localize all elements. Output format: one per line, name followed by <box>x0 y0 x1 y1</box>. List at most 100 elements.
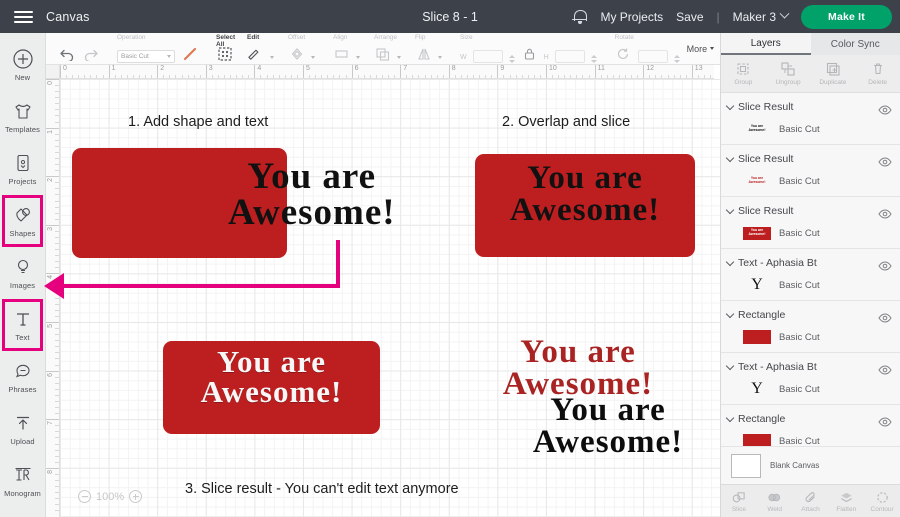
eye-icon[interactable] <box>878 362 892 372</box>
save-button[interactable]: Save <box>676 10 703 24</box>
blank-canvas-row[interactable]: Blank Canvas <box>721 446 900 484</box>
arrange-button[interactable] <box>374 46 391 63</box>
flip-button[interactable] <box>415 46 432 63</box>
tab-color-sync[interactable]: Color Sync <box>811 33 900 55</box>
layer-group[interactable]: RectangleBasic Cut <box>721 405 900 446</box>
layer-group[interactable]: Text - Aphasia BtYBasic Cut <box>721 249 900 301</box>
layer-header[interactable]: Rectangle <box>721 304 900 326</box>
contour-button[interactable]: Contour <box>864 485 900 517</box>
plus-circle-icon[interactable] <box>129 490 142 503</box>
layer-header[interactable]: Text - Aphasia Bt <box>721 252 900 274</box>
eye-icon[interactable] <box>878 310 892 320</box>
hamburger-menu-icon[interactable] <box>0 11 46 23</box>
make-it-button[interactable]: Make It <box>801 5 892 29</box>
layer-row[interactable]: Basic Cut <box>721 326 900 348</box>
chevron-expand-icon[interactable] <box>726 257 734 265</box>
tab-layers[interactable]: Layers <box>721 33 811 55</box>
more-button[interactable]: More <box>687 44 715 54</box>
chevron-expand-icon[interactable] <box>726 309 734 317</box>
eye-icon[interactable] <box>878 414 892 424</box>
rail-label: Projects <box>9 177 37 186</box>
chevron-expand-icon[interactable] <box>726 205 734 213</box>
offset-button[interactable] <box>288 46 305 63</box>
design-canvas[interactable]: 1. Add shape and text You are Awesome! 2… <box>60 79 720 517</box>
layer-row[interactable]: You are Awesome!Basic Cut <box>721 118 900 140</box>
edit-button[interactable] <box>247 46 264 63</box>
chevron-down-icon[interactable] <box>397 56 401 59</box>
layer-header[interactable]: Rectangle <box>721 408 900 430</box>
lock-icon[interactable] <box>521 46 538 63</box>
layer-header[interactable]: Text - Aphasia Bt <box>721 356 900 378</box>
layer-row[interactable]: YBasic Cut <box>721 378 900 400</box>
size-h-input[interactable] <box>555 50 585 63</box>
chevron-expand-icon[interactable] <box>726 361 734 369</box>
size-h-stepper[interactable] <box>591 55 597 63</box>
rotate-input[interactable] <box>638 50 668 63</box>
align-button[interactable] <box>333 46 350 63</box>
minus-circle-icon[interactable] <box>78 490 91 503</box>
layer-row[interactable]: You are Awesome!Basic Cut <box>721 170 900 192</box>
rail-item-text[interactable]: Text <box>2 299 43 351</box>
blank-canvas-swatch[interactable] <box>731 454 761 478</box>
chevron-expand-icon[interactable] <box>726 101 734 109</box>
chevron-down-icon[interactable] <box>311 56 315 59</box>
eye-icon[interactable] <box>878 258 892 268</box>
chevron-expand-icon[interactable] <box>726 413 734 421</box>
chevron-down-icon[interactable] <box>270 56 274 59</box>
chevron-down-icon[interactable] <box>356 56 360 59</box>
select-all-button[interactable] <box>216 46 233 63</box>
operation-select[interactable]: Basic Cut <box>117 50 175 63</box>
group-button[interactable]: Group <box>721 55 766 92</box>
machine-selector[interactable]: Maker 3 <box>733 10 788 24</box>
layer-group[interactable]: Slice ResultYou are Awesome!Basic Cut <box>721 93 900 145</box>
slice-button[interactable]: Slice <box>721 485 757 517</box>
duplicate-button[interactable]: Duplicate <box>811 55 856 92</box>
eye-icon[interactable] <box>878 102 892 112</box>
ungroup-button[interactable]: Ungroup <box>766 55 811 92</box>
layer-header[interactable]: Slice Result <box>721 200 900 222</box>
artwork-text-1[interactable]: You are Awesome! <box>228 159 396 231</box>
rotate-stepper[interactable] <box>674 55 680 63</box>
layer-group[interactable]: Rectangle Basic Cut <box>721 301 900 353</box>
rail-item-monogram[interactable]: Monogram <box>2 455 43 507</box>
delete-button[interactable]: Delete <box>855 55 900 92</box>
size-w-input[interactable] <box>473 50 503 63</box>
redo-button[interactable] <box>82 46 99 63</box>
attach-button[interactable]: Attach <box>793 485 829 517</box>
layer-row[interactable]: Basic Cut <box>721 430 900 446</box>
layer-thumbnail <box>743 434 771 446</box>
my-projects-link[interactable]: My Projects <box>600 10 663 24</box>
rail-item-phrases[interactable]: Phrases <box>2 351 43 403</box>
eye-icon[interactable] <box>878 154 892 164</box>
size-w-stepper[interactable] <box>509 55 515 63</box>
text-t-icon <box>12 308 34 330</box>
chevron-expand-icon[interactable] <box>726 153 734 161</box>
layer-row[interactable]: You are Awesome!Basic Cut <box>721 222 900 244</box>
eye-icon[interactable] <box>878 206 892 216</box>
layer-header[interactable]: Slice Result <box>721 96 900 118</box>
rail-item-shapes[interactable]: Shapes <box>2 195 43 247</box>
rail-item-projects[interactable]: Projects <box>2 143 43 195</box>
ruler-tick: 5 <box>303 65 304 79</box>
rail-item-templates[interactable]: Templates <box>2 91 43 143</box>
rail-item-images[interactable]: Images <box>2 247 43 299</box>
rail-item-upload[interactable]: Upload <box>2 403 43 455</box>
layer-row[interactable]: YBasic Cut <box>721 274 900 296</box>
weld-button[interactable]: Weld <box>757 485 793 517</box>
layer-header[interactable]: Slice Result <box>721 148 900 170</box>
layer-group[interactable]: Slice ResultYou are Awesome!Basic Cut <box>721 197 900 249</box>
artwork-text-2[interactable]: You are Awesome! <box>475 162 695 226</box>
rail-item-new[interactable]: New <box>2 39 43 91</box>
layers-list[interactable]: Slice ResultYou are Awesome!Basic CutSli… <box>721 93 900 446</box>
operation-color-swatch[interactable] <box>181 46 198 63</box>
chevron-down-icon[interactable] <box>438 56 442 59</box>
layer-operation: Basic Cut <box>779 332 820 343</box>
rotate-icon[interactable] <box>615 46 632 63</box>
projects-card-icon <box>12 152 34 174</box>
notification-bell-icon[interactable] <box>572 9 587 25</box>
layer-group[interactable]: Text - Aphasia BtYBasic Cut <box>721 353 900 405</box>
flatten-button[interactable]: Flatten <box>828 485 864 517</box>
layer-group[interactable]: Slice ResultYou are Awesome!Basic Cut <box>721 145 900 197</box>
ruler-tick: 11 <box>595 65 596 79</box>
undo-button[interactable] <box>59 46 76 63</box>
